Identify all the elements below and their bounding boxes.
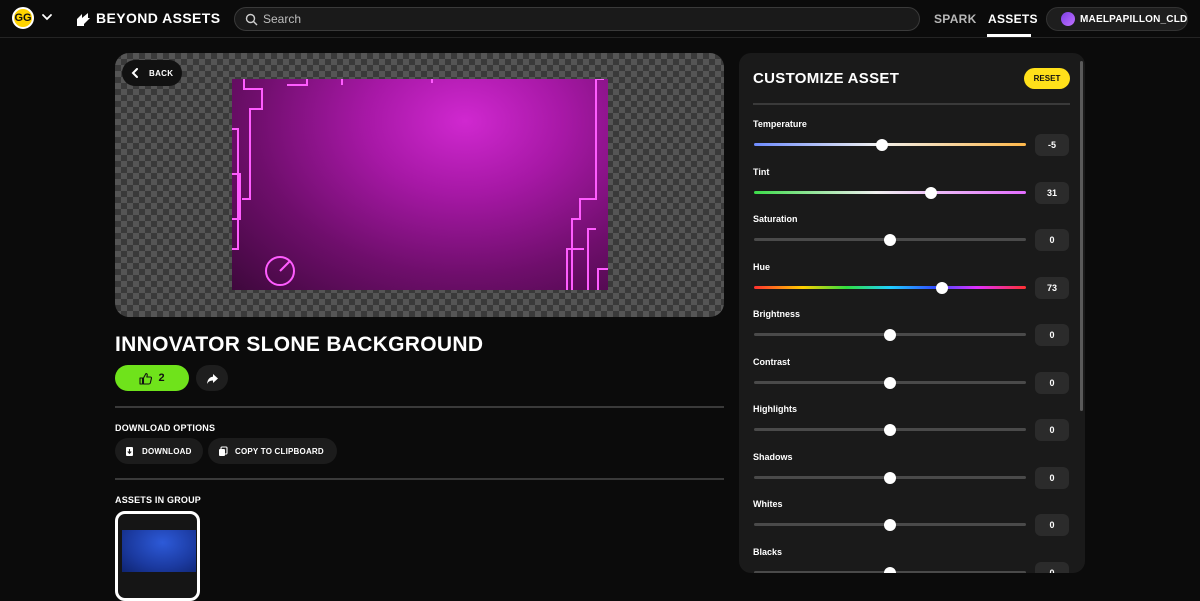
thumbs-up-icon xyxy=(139,372,153,385)
tint-value[interactable]: 31 xyxy=(1035,181,1069,204)
back-button[interactable]: BACK xyxy=(122,60,182,86)
search-bar[interactable] xyxy=(234,7,920,31)
slider-label: Brightness xyxy=(753,309,801,319)
download-label: DOWNLOAD xyxy=(142,446,192,456)
assets-in-group-heading: ASSETS IN GROUP xyxy=(115,495,202,505)
thumbnail-image xyxy=(122,530,196,572)
copy-to-clipboard-button[interactable]: COPY TO CLIPBOARD xyxy=(208,438,337,464)
avatar xyxy=(1061,12,1075,26)
slider-handle[interactable] xyxy=(884,519,896,531)
share-button[interactable] xyxy=(196,365,228,391)
tint-slider[interactable] xyxy=(754,190,1026,194)
panel-scrollbar[interactable] xyxy=(1080,61,1083,411)
shadows-value[interactable]: 0 xyxy=(1035,466,1069,489)
download-button[interactable]: DOWNLOAD xyxy=(115,438,203,464)
download-icon xyxy=(126,446,133,456)
user-menu[interactable]: MAELPAPILLON_CLD xyxy=(1046,7,1188,31)
customize-title: CUSTOMIZE ASSET xyxy=(753,70,900,87)
saturation-value[interactable]: 0 xyxy=(1035,229,1069,251)
top-bar: GG BEYOND ASSETS SPARK ASSETS MAELPAPILL… xyxy=(0,0,1200,38)
reset-button[interactable]: RESET xyxy=(1024,68,1070,89)
hue-value[interactable]: 73 xyxy=(1035,276,1069,299)
like-count: 2 xyxy=(158,372,165,384)
brightness-value[interactable]: 0 xyxy=(1035,324,1069,346)
chevron-down-icon[interactable] xyxy=(40,10,54,24)
temperature-value[interactable]: -5 xyxy=(1035,134,1069,156)
download-options-heading: DOWNLOAD OPTIONS xyxy=(115,423,216,433)
back-label: BACK xyxy=(149,68,174,78)
asset-image xyxy=(232,78,608,290)
divider xyxy=(753,103,1070,105)
like-button[interactable]: 2 xyxy=(115,365,189,391)
divider xyxy=(115,406,724,408)
slider-label: Tint xyxy=(753,166,770,177)
blacks-value[interactable]: 0 xyxy=(1035,561,1069,573)
slider-label: Saturation xyxy=(753,214,798,224)
slider-label: Blacks xyxy=(753,546,783,557)
chevron-left-icon xyxy=(131,68,138,78)
whites-value[interactable]: 0 xyxy=(1035,514,1069,536)
nav-assets[interactable]: ASSETS xyxy=(988,12,1038,26)
slider-label: Highlights xyxy=(753,404,797,414)
brand-name[interactable]: BEYOND ASSETS xyxy=(96,10,220,26)
slider-handle[interactable] xyxy=(884,566,896,573)
slider-handle[interactable] xyxy=(875,139,888,151)
slider-handle[interactable] xyxy=(884,376,896,389)
divider xyxy=(115,478,724,480)
username: MAELPAPILLON_CLD xyxy=(1080,14,1188,25)
share-arrow-icon xyxy=(206,373,218,384)
slider-handle[interactable] xyxy=(924,186,937,199)
active-nav-indicator xyxy=(987,34,1031,37)
slider-label: Shadows xyxy=(753,451,793,462)
slider-handle[interactable] xyxy=(935,281,948,294)
slider-handle[interactable] xyxy=(884,471,896,484)
brand-hand-icon xyxy=(77,13,90,26)
slider-handle[interactable] xyxy=(884,329,896,341)
search-icon xyxy=(245,13,258,26)
slider-label: Contrast xyxy=(753,356,791,367)
app-logo[interactable]: GG xyxy=(12,7,34,29)
slider-label: Whites xyxy=(753,499,783,509)
customize-panel: CUSTOMIZE ASSET RESET Temperature -5 Tint 3… xyxy=(739,53,1085,573)
neon-outline-graphic xyxy=(232,78,608,290)
slider-label: Temperature xyxy=(753,119,807,129)
highlights-value[interactable]: 0 xyxy=(1035,419,1069,441)
search-input[interactable] xyxy=(263,10,903,28)
slider-label: Hue xyxy=(753,261,771,272)
slider-handle[interactable] xyxy=(884,234,896,246)
asset-title: INNOVATOR SLONE BACKGROUND xyxy=(115,333,484,356)
nav-spark[interactable]: SPARK xyxy=(934,12,977,26)
contrast-value[interactable]: 0 xyxy=(1035,371,1069,394)
temperature-slider[interactable] xyxy=(754,143,1026,146)
hue-slider[interactable] xyxy=(754,285,1026,289)
asset-preview: BACK xyxy=(115,53,724,317)
copy-to-clipboard-label: COPY TO CLIPBOARD xyxy=(235,446,324,456)
slider-handle[interactable] xyxy=(884,424,896,436)
clipboard-icon xyxy=(219,445,228,456)
